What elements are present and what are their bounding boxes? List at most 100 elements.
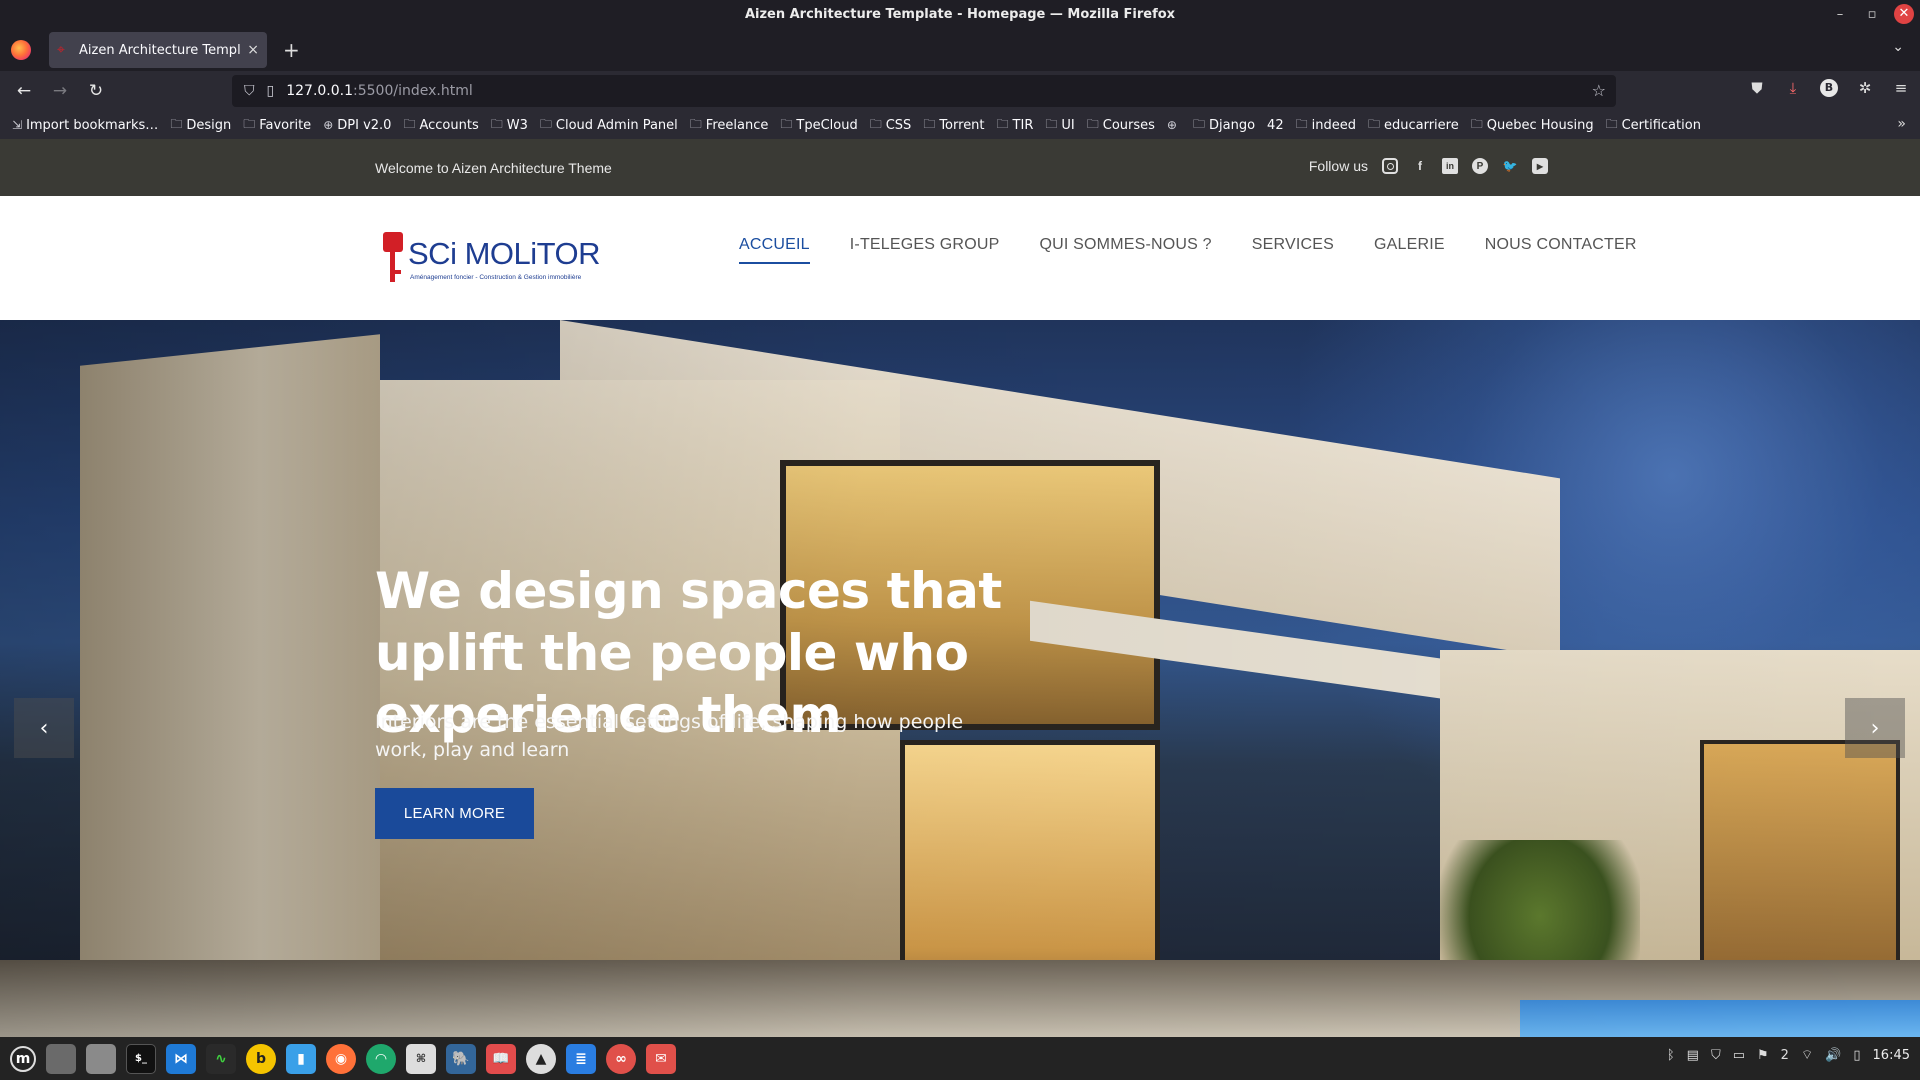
text-editor-icon[interactable]: ≣: [566, 1043, 596, 1074]
terminal-icon[interactable]: $_: [126, 1043, 156, 1074]
menu-icon[interactable]: m: [10, 1045, 36, 1072]
new-tab-button[interactable]: +: [283, 38, 300, 62]
grid-icon[interactable]: ⌘: [406, 1043, 436, 1074]
notifications-icon[interactable]: ⚑: [1757, 1048, 1769, 1063]
tab-list-chevron-icon[interactable]: ⌄: [1892, 39, 1904, 55]
web-page: Welcome to Aizen Architecture Theme Foll…: [0, 139, 1920, 1037]
bookmark-item[interactable]: 🗀 Freelance: [690, 115, 769, 136]
bookmark-label: Accounts: [419, 117, 479, 133]
folder-icon: 🗀: [243, 116, 256, 131]
book-icon[interactable]: 📖: [486, 1043, 516, 1074]
firefox-icon[interactable]: ◉: [326, 1043, 356, 1074]
linkedin-icon[interactable]: in: [1442, 158, 1458, 174]
menu-item-accueil[interactable]: ACCUEIL: [739, 236, 810, 264]
minimize-button[interactable]: –: [1830, 7, 1850, 22]
bookmark-item[interactable]: 🗀 Design: [170, 115, 231, 136]
bookmark-item[interactable]: ⊕: [1167, 118, 1181, 132]
postgres-icon[interactable]: 🐘: [446, 1043, 476, 1074]
bookmark-item[interactable]: 🗀 Quebec Housing: [1471, 115, 1594, 136]
bookmark-item[interactable]: 🗀 Certification: [1606, 115, 1701, 136]
account-avatar-icon[interactable]: B: [1820, 79, 1838, 97]
back-icon[interactable]: ←: [6, 81, 42, 101]
slider-prev-arrow-icon[interactable]: ‹: [14, 698, 74, 758]
bookmark-item[interactable]: 🗀 indeed: [1296, 115, 1356, 136]
bookmark-item[interactable]: ⇲ Import bookmarks…: [12, 118, 158, 133]
facebook-icon[interactable]: f: [1412, 158, 1428, 174]
instagram-icon[interactable]: [1382, 158, 1398, 174]
hamburger-menu-icon[interactable]: ≡: [1892, 79, 1910, 97]
tab-close-icon[interactable]: ×: [247, 42, 259, 58]
mail-icon[interactable]: ✉: [646, 1043, 676, 1074]
browser-tab[interactable]: ⌖ Aizen Architecture Templat ×: [49, 32, 267, 68]
forward-icon[interactable]: →: [42, 81, 78, 101]
site-header: SCi MOLiTOR Aménagement foncier - Constr…: [0, 196, 1920, 320]
glasses-icon[interactable]: ∞: [606, 1043, 636, 1074]
bookmark-item[interactable]: 🗀 UI: [1045, 115, 1074, 136]
extensions-icon[interactable]: ✲: [1856, 79, 1874, 97]
notes-icon[interactable]: ▮: [286, 1043, 316, 1074]
bookmark-item[interactable]: 🗀 Cloud Admin Panel: [540, 115, 678, 136]
logo-text: SCi MOLiTOR: [408, 236, 601, 271]
bookmark-item[interactable]: 🗀 W3: [491, 115, 528, 136]
bookmark-item[interactable]: 🗀 educarriere: [1368, 115, 1459, 136]
bookmark-item[interactable]: 🗀 Accounts: [403, 115, 478, 136]
hero-slider: We design spaces that uplift the people …: [0, 320, 1920, 1037]
files-icon[interactable]: [86, 1043, 116, 1074]
globe-icon: ⊕: [1166, 118, 1177, 132]
vscode-icon[interactable]: ⋈: [166, 1043, 196, 1074]
mint-icon[interactable]: ◠: [366, 1043, 396, 1074]
bookmark-item[interactable]: 🗀 TIR: [997, 115, 1034, 136]
close-window-button[interactable]: ✕: [1894, 4, 1914, 24]
bookmark-label: W3: [506, 117, 528, 133]
bluetooth-icon[interactable]: ᛒ: [1667, 1048, 1675, 1063]
site-logo[interactable]: SCi MOLiTOR Aménagement foncier - Constr…: [382, 230, 607, 286]
bookmarks-overflow-chevron-icon[interactable]: »: [1897, 116, 1906, 132]
bookmark-item[interactable]: 🗀 Django: [1193, 115, 1255, 136]
bookmark-item[interactable]: 42: [1267, 118, 1284, 133]
address-bar[interactable]: ⛉ ▯ 127.0.0.1:5500/index.html ☆: [232, 75, 1616, 107]
youtube-icon[interactable]: ▶: [1532, 158, 1548, 174]
pinterest-icon[interactable]: P: [1472, 158, 1488, 174]
network-card-icon[interactable]: ▭: [1733, 1048, 1745, 1063]
twitter-icon[interactable]: 🐦: [1502, 158, 1518, 174]
volume-icon[interactable]: 🔊: [1825, 1048, 1841, 1063]
bookmarks-toolbar: ⇲ Import bookmarks… 🗀 Design 🗀 Favorite ⊕ DPI v…: [0, 111, 1920, 139]
navigation-toolbar: ← → ↻ ⛉ ▯ 127.0.0.1:5500/index.html ☆ ⛊ …: [0, 71, 1920, 111]
firefox-logo-icon[interactable]: [11, 40, 31, 60]
menu-item-services[interactable]: SERVICES: [1232, 236, 1354, 264]
menu-item-i-teleges-group[interactable]: I-TELEGES GROUP: [830, 236, 1020, 264]
clipboard-icon[interactable]: ▤: [1687, 1048, 1699, 1063]
bookmark-label: Torrent: [939, 117, 985, 133]
desktop-icon[interactable]: [46, 1043, 76, 1074]
bookmark-item[interactable]: 🗀 Favorite: [243, 115, 311, 136]
inkscape-icon[interactable]: ▲: [526, 1043, 556, 1074]
menu-item-qui-sommes-nous[interactable]: QUI SOMMES-NOUS ?: [1019, 236, 1231, 264]
menu-item-galerie[interactable]: GALERIE: [1354, 236, 1465, 264]
bookmark-item[interactable]: 🗀 Torrent: [923, 115, 984, 136]
bookmark-item[interactable]: ⊕ DPI v2.0: [323, 118, 391, 133]
reload-icon[interactable]: ↻: [78, 81, 114, 101]
site-favicon-icon: ⌖: [57, 42, 65, 58]
folder-icon: 🗀: [1605, 116, 1618, 131]
bookmark-star-icon[interactable]: ☆: [1592, 81, 1606, 100]
bookmark-label: TIR: [1012, 117, 1034, 133]
shield-icon[interactable]: ⛉: [244, 83, 255, 99]
downloads-icon[interactable]: ⤓: [1784, 79, 1802, 97]
shield-tray-icon[interactable]: ⛉: [1711, 1048, 1721, 1063]
battery-icon[interactable]: ▯: [1853, 1048, 1860, 1063]
bookmark-label: CSS: [885, 117, 912, 133]
learn-more-button[interactable]: LEARN MORE: [375, 788, 534, 839]
bookmark-item[interactable]: 🗀 CSS: [870, 115, 912, 136]
slider-next-arrow-icon[interactable]: ›: [1845, 698, 1905, 758]
bookmark-item[interactable]: 🗀 TpeCloud: [780, 115, 857, 136]
bitwarden-icon[interactable]: b: [246, 1043, 276, 1074]
monitor-icon[interactable]: ∿: [206, 1043, 236, 1074]
wifi-icon[interactable]: ⌔: [1801, 1047, 1813, 1063]
pocket-icon[interactable]: ⛊: [1748, 79, 1766, 97]
url-host: 127.0.0.1: [286, 83, 354, 99]
menu-item-nous-contacter[interactable]: NOUS CONTACTER: [1465, 236, 1657, 264]
bookmark-item[interactable]: 🗀 Courses: [1087, 115, 1155, 136]
bookmark-label: Favorite: [259, 117, 312, 133]
maximize-button[interactable]: ▫: [1862, 7, 1882, 22]
folder-icon: 🗀: [923, 116, 936, 131]
